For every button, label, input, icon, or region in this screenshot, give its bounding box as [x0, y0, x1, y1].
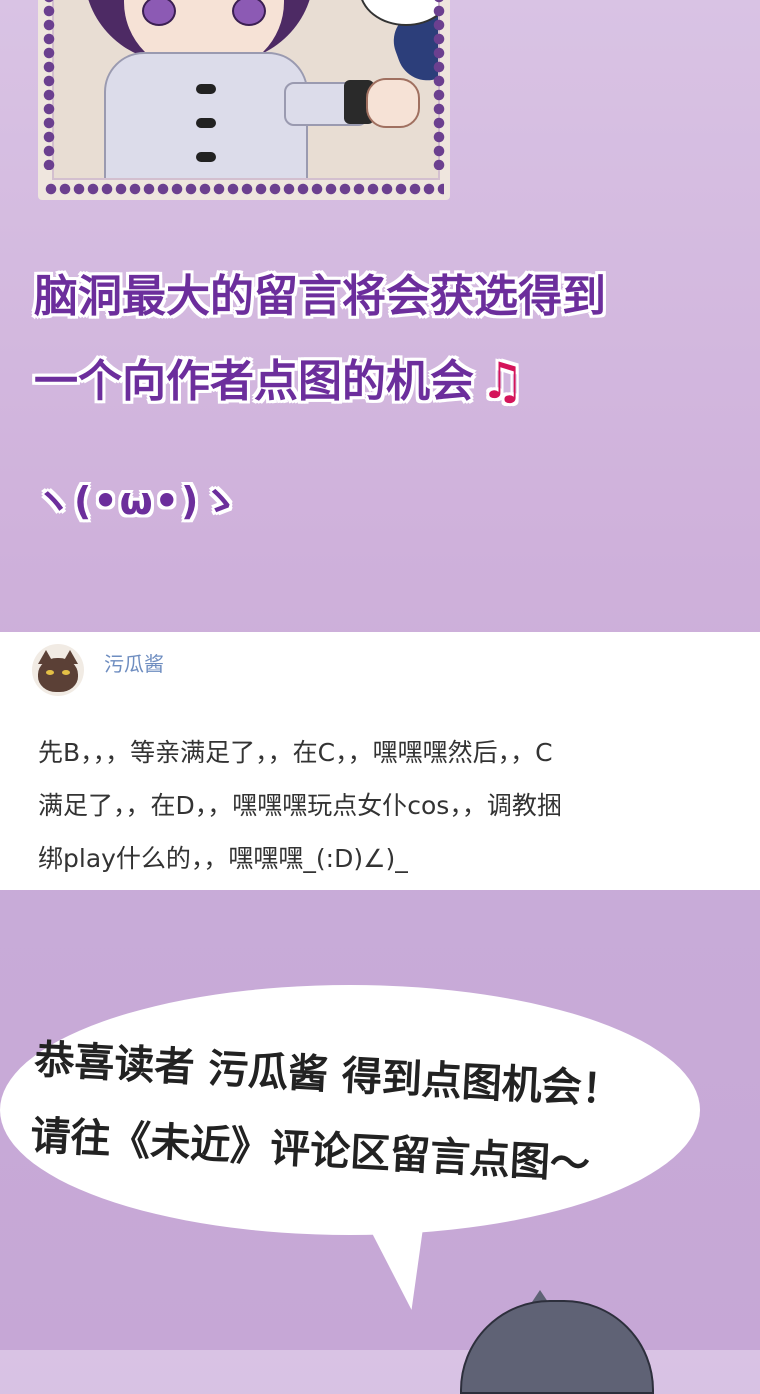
character-eye-left: [142, 0, 176, 26]
dot-border-right: [432, 0, 446, 170]
shirt-knot: [196, 84, 216, 94]
comment-line: 绑play什么的，，嘿嘿嘿_(:D)∠)_: [38, 844, 408, 873]
character-eye-right: [232, 0, 266, 26]
music-note-icon: ♫: [480, 352, 525, 410]
fist-bump: [366, 78, 420, 128]
comic-illustration: [38, 0, 450, 200]
dot-border-left: [42, 0, 56, 170]
character-shirt: [104, 52, 308, 178]
cat-eye: [62, 670, 70, 675]
kaomoji: ヽ(•ω•)ゝ: [34, 479, 241, 523]
comment-line: 先B，，，等亲满足了，，在C，，嘿嘿嘿然后，，C: [38, 738, 553, 767]
comment-line: 满足了，，在D，，嘿嘿嘿玩点女仆cos，，调教捆: [38, 791, 562, 820]
announcement-headline: 脑洞最大的留言将会获选得到 一个向作者点图的机会 ♫: [34, 270, 734, 409]
headline-line-2: 一个向作者点图的机会 ♫: [34, 354, 734, 409]
shirt-knot: [196, 118, 216, 128]
comment-body: 先B，，，等亲满足了，，在C，，嘿嘿嘿然后，，C 满足了，，在D，，嘿嘿嘿玩点女…: [38, 726, 728, 885]
comment-username[interactable]: 污瓜酱: [104, 648, 164, 677]
comment-card: 污瓜酱 先B，，，等亲满足了，，在C，，嘿嘿嘿然后，，C 满足了，，在D，，嘿嘿…: [0, 632, 760, 890]
dot-border-bottom: [44, 182, 444, 196]
headline-line-2-text: 一个向作者点图的机会: [34, 356, 474, 407]
illustration-frame: [52, 0, 440, 180]
cat-eye: [46, 670, 54, 675]
character-hair-peek: [460, 1300, 654, 1394]
headline-line-1: 脑洞最大的留言将会获选得到: [34, 271, 606, 322]
shirt-knot: [196, 152, 216, 162]
cat-head: [38, 658, 78, 692]
cat-avatar-icon[interactable]: [32, 644, 84, 696]
